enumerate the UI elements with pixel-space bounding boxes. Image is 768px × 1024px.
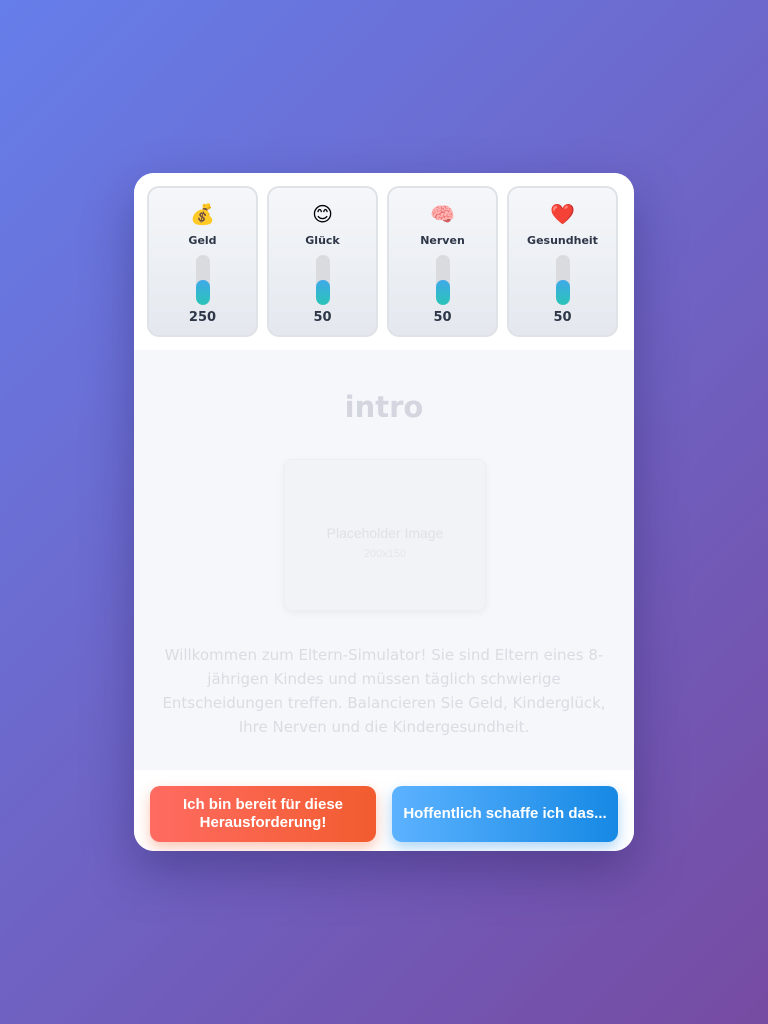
- game-card: 💰 Geld 250 😊 Glück 50 🧠 Nerven 50 ❤️ Ges…: [134, 173, 634, 851]
- stat-gesundheit: ❤️ Gesundheit 50: [507, 186, 618, 337]
- stat-label: Geld: [188, 234, 217, 247]
- scene-image-placeholder: Placeholder Image 200x150: [284, 459, 486, 611]
- stat-glueck: 😊 Glück 50: [267, 186, 378, 337]
- scene-panel: intro Placeholder Image 200x150 Willkomm…: [134, 350, 634, 770]
- stat-label: Gesundheit: [527, 234, 598, 247]
- stat-value: 250: [188, 310, 217, 325]
- image-placeholder-size: 200x150: [363, 548, 407, 560]
- stat-bar-fill: [555, 280, 570, 305]
- choice-buttons: Ich bin bereit für diese Herausforderung…: [134, 770, 634, 851]
- scene-title: intro: [344, 390, 424, 424]
- accept-challenge-button[interactable]: Ich bin bereit für diese Herausforderung…: [150, 786, 376, 842]
- stat-bar-fill: [195, 280, 210, 305]
- hopeful-choice-button[interactable]: Hoffentlich schaffe ich das...: [392, 786, 618, 842]
- stats-panel: 💰 Geld 250 😊 Glück 50 🧠 Nerven 50 ❤️ Ges…: [134, 173, 634, 350]
- stat-bar-fill: [435, 280, 450, 305]
- image-placeholder-label: Placeholder Image: [326, 525, 444, 541]
- stat-value: 50: [433, 310, 452, 325]
- stat-bar: [195, 255, 210, 305]
- stat-label: Nerven: [420, 234, 465, 247]
- stat-label: Glück: [305, 234, 340, 247]
- stat-bar-fill: [315, 280, 330, 305]
- stat-bar: [435, 255, 450, 305]
- stat-nerven: 🧠 Nerven 50: [387, 186, 498, 337]
- money-bag-icon: 💰: [190, 202, 215, 226]
- scene-description: Willkommen zum Eltern-Simulator! Sie sin…: [162, 646, 606, 736]
- stat-bar: [315, 255, 330, 305]
- stat-value: 50: [553, 310, 572, 325]
- stat-bar: [555, 255, 570, 305]
- heart-icon: ❤️: [550, 202, 575, 226]
- smiling-face-icon: 😊: [312, 202, 333, 226]
- brain-icon: 🧠: [430, 202, 455, 226]
- stat-value: 50: [313, 310, 332, 325]
- stat-geld: 💰 Geld 250: [147, 186, 258, 337]
